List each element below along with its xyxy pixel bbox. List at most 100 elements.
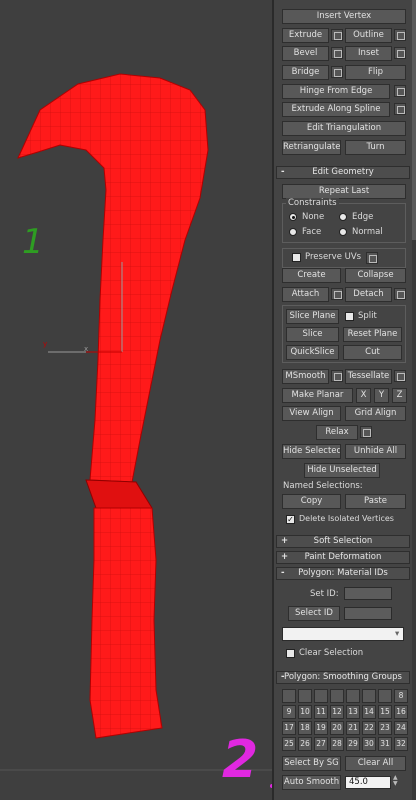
smoothing-group-button[interactable]: 8: [394, 689, 408, 703]
smoothing-group-button[interactable]: 10: [298, 705, 312, 719]
bevel-settings-icon[interactable]: [331, 47, 343, 59]
extrude-button[interactable]: Extrude: [282, 28, 329, 43]
smoothing-group-button[interactable]: [330, 689, 344, 703]
unhide-all-button[interactable]: Unhide All: [345, 444, 406, 459]
make-planar-y-button[interactable]: Y: [374, 388, 389, 403]
flip-button[interactable]: Flip: [345, 65, 406, 80]
relax-settings-icon[interactable]: [360, 426, 372, 438]
constraint-edge-radio[interactable]: [339, 213, 347, 221]
make-planar-z-button[interactable]: Z: [392, 388, 407, 403]
detach-button[interactable]: Detach: [345, 287, 392, 302]
smoothing-group-button[interactable]: 13: [346, 705, 360, 719]
tessellate-settings-icon[interactable]: [394, 370, 406, 382]
inset-button[interactable]: Inset: [345, 46, 392, 61]
edit-geometry-rollout[interactable]: - Edit Geometry: [276, 166, 410, 179]
attach-list-icon[interactable]: [331, 288, 343, 300]
smoothing-group-button[interactable]: 26: [298, 737, 312, 751]
smoothing-groups-rollout[interactable]: - Polygon: Smoothing Groups: [276, 671, 410, 684]
smoothing-group-button[interactable]: 18: [298, 721, 312, 735]
hinge-settings-icon[interactable]: [394, 85, 406, 97]
collapse-button[interactable]: Collapse: [345, 268, 406, 283]
smoothing-group-button[interactable]: 25: [282, 737, 296, 751]
split-checkbox[interactable]: [345, 312, 354, 321]
auto-smooth-threshold-input[interactable]: 45.0: [345, 776, 391, 789]
smoothing-group-button[interactable]: 12: [330, 705, 344, 719]
smoothing-group-button[interactable]: 19: [314, 721, 328, 735]
edit-triangulation-button[interactable]: Edit Triangulation: [282, 121, 406, 136]
smoothing-group-button[interactable]: 11: [314, 705, 328, 719]
smoothing-group-button[interactable]: 22: [362, 721, 376, 735]
hide-selected-button[interactable]: Hide Selected: [282, 444, 341, 459]
constraint-normal-radio[interactable]: [339, 228, 347, 236]
bridge-button[interactable]: Bridge: [282, 65, 329, 80]
smoothing-group-button[interactable]: 32: [394, 737, 408, 751]
smoothing-group-button[interactable]: 31: [378, 737, 392, 751]
paste-button[interactable]: Paste: [345, 494, 406, 509]
reset-plane-button[interactable]: Reset Plane: [343, 327, 402, 342]
material-name-dropdown[interactable]: [282, 627, 404, 641]
smoothing-group-button[interactable]: 29: [346, 737, 360, 751]
inset-settings-icon[interactable]: [394, 47, 406, 59]
material-ids-rollout[interactable]: - Polygon: Material IDs: [276, 567, 410, 580]
select-id-spinner[interactable]: [344, 607, 392, 620]
clear-all-button[interactable]: Clear All: [345, 756, 406, 771]
repeat-last-button[interactable]: Repeat Last: [282, 184, 406, 199]
smoothing-group-button[interactable]: 30: [362, 737, 376, 751]
slice-plane-button[interactable]: Slice Plane: [286, 309, 339, 324]
preserve-uvs-checkbox[interactable]: [292, 253, 301, 262]
select-id-button[interactable]: Select ID: [288, 606, 340, 621]
extrude-settings-icon[interactable]: [331, 29, 343, 41]
smoothing-group-button[interactable]: 14: [362, 705, 376, 719]
insert-vertex-button[interactable]: Insert Vertex: [282, 9, 406, 24]
smoothing-group-button[interactable]: 28: [330, 737, 344, 751]
msmooth-button[interactable]: MSmooth: [282, 369, 329, 384]
select-by-sg-button[interactable]: Select By SG: [282, 756, 341, 771]
msmooth-settings-icon[interactable]: [331, 370, 343, 382]
viewport[interactable]: y x 1 2: [0, 0, 272, 800]
smoothing-group-button[interactable]: [378, 689, 392, 703]
clear-selection-checkbox[interactable]: [286, 649, 295, 658]
constraint-none-radio[interactable]: [289, 213, 297, 221]
view-align-button[interactable]: View Align: [282, 406, 341, 421]
smoothing-group-button[interactable]: [298, 689, 312, 703]
soft-selection-rollout[interactable]: + Soft Selection: [276, 535, 410, 548]
relax-button[interactable]: Relax: [316, 425, 358, 440]
smoothing-group-button[interactable]: 27: [314, 737, 328, 751]
smoothing-group-button[interactable]: [314, 689, 328, 703]
bridge-settings-icon[interactable]: [331, 66, 343, 78]
create-button[interactable]: Create: [282, 268, 341, 283]
auto-smooth-button[interactable]: Auto Smooth: [282, 775, 341, 790]
smoothing-group-button[interactable]: [362, 689, 376, 703]
smoothing-group-button[interactable]: 17: [282, 721, 296, 735]
smoothing-group-button[interactable]: 20: [330, 721, 344, 735]
make-planar-button[interactable]: Make Planar: [282, 388, 353, 403]
smoothing-group-button[interactable]: [346, 689, 360, 703]
extrude-along-spline-button[interactable]: Extrude Along Spline: [282, 102, 390, 117]
attach-button[interactable]: Attach: [282, 287, 329, 302]
preserve-uvs-settings-icon[interactable]: [366, 252, 378, 264]
smoothing-group-button[interactable]: 15: [378, 705, 392, 719]
grid-align-button[interactable]: Grid Align: [345, 406, 406, 421]
smoothing-group-button[interactable]: 21: [346, 721, 360, 735]
smoothing-group-button[interactable]: 9: [282, 705, 296, 719]
delete-isolated-checkbox[interactable]: ✓: [286, 515, 295, 524]
constraint-face-radio[interactable]: [289, 228, 297, 236]
copy-button[interactable]: Copy: [282, 494, 341, 509]
make-planar-x-button[interactable]: X: [356, 388, 371, 403]
smoothing-group-button[interactable]: 16: [394, 705, 408, 719]
panel-scrollbar[interactable]: [412, 0, 416, 800]
extrude-spline-settings-icon[interactable]: [394, 103, 406, 115]
bevel-button[interactable]: Bevel: [282, 46, 329, 61]
retriangulate-button[interactable]: Retriangulate: [282, 140, 341, 155]
set-id-spinner[interactable]: [344, 587, 392, 600]
outline-button[interactable]: Outline: [345, 28, 392, 43]
hinge-from-edge-button[interactable]: Hinge From Edge: [282, 84, 390, 99]
cut-button[interactable]: Cut: [343, 345, 402, 360]
slice-button[interactable]: Slice: [286, 327, 339, 342]
smoothing-group-button[interactable]: [282, 689, 296, 703]
outline-settings-icon[interactable]: [394, 29, 406, 41]
hide-unselected-button[interactable]: Hide Unselected: [304, 463, 380, 478]
detach-settings-icon[interactable]: [394, 288, 406, 300]
smoothing-group-button[interactable]: 23: [378, 721, 392, 735]
paint-deformation-rollout[interactable]: + Paint Deformation: [276, 551, 410, 564]
